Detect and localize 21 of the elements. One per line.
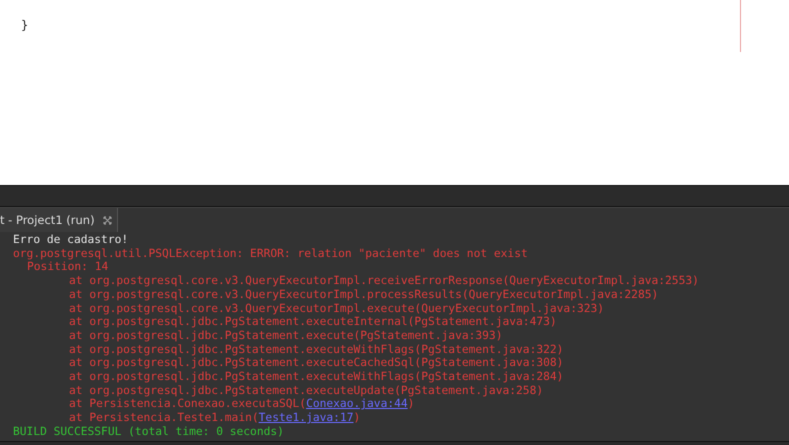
- output-line: ): [353, 411, 360, 424]
- output-line: at Persistencia.Teste1.main(: [69, 411, 259, 424]
- output-line: at org.postgresql.jdbc.PgStatement.executeInternal(PgStatement.java:473): [68, 315, 557, 329]
- output-line: BUILD SUCCESSFUL (total time: 0 seconds): [13, 424, 284, 439]
- output-line: org.postgresql.util.PSQLException: ERROR: relation "paciente" does not exist: [13, 246, 528, 260]
- output-line: at org.postgresql.jdbc.PgStatement.execute(PgStatement.java:393): [68, 328, 502, 343]
- output-line: at org.postgresql.jdbc.PgStatement.executeCachedSql(PgStatement.java:308): [68, 356, 564, 370]
- output-line: at org.postgresql.core.v3.QueryExecutorImpl.execute(QueryExecutorImpl.java:323): [68, 302, 604, 316]
- code-editor[interactable]: }: [0, 0, 789, 186]
- close-icon[interactable]: [102, 216, 112, 224]
- output-line: at org.postgresql.core.v3.QueryExecutorImpl.receiveErrorResponse(QueryExecutorImpl.java:2553): [68, 274, 699, 288]
- output-line: at org.postgresql.core.v3.QueryExecutorImpl.processResults(QueryExecutorImpl.java:2285): [68, 288, 658, 302]
- output-line: Position: 14: [26, 260, 108, 274]
- code-line: }: [21, 17, 28, 33]
- output-line: at org.postgresql.jdbc.PgStatement.executeWithFlags(PgStatement.java:284): [68, 370, 564, 384]
- output-line: Erro de cadastro!: [13, 233, 128, 247]
- output-line: at Persistencia.Conexao.executaSQL(: [69, 397, 306, 410]
- output-tab[interactable]: t - Project1 (run): [0, 208, 118, 232]
- output-line: ): [408, 397, 414, 410]
- output-line: at org.postgresql.jdbc.PgStatement.executeWithFlags(PgStatement.java:322): [68, 342, 564, 356]
- output-line: at org.postgresql.jdbc.PgStatement.executeUpdate(PgStatement.java:258): [68, 384, 544, 398]
